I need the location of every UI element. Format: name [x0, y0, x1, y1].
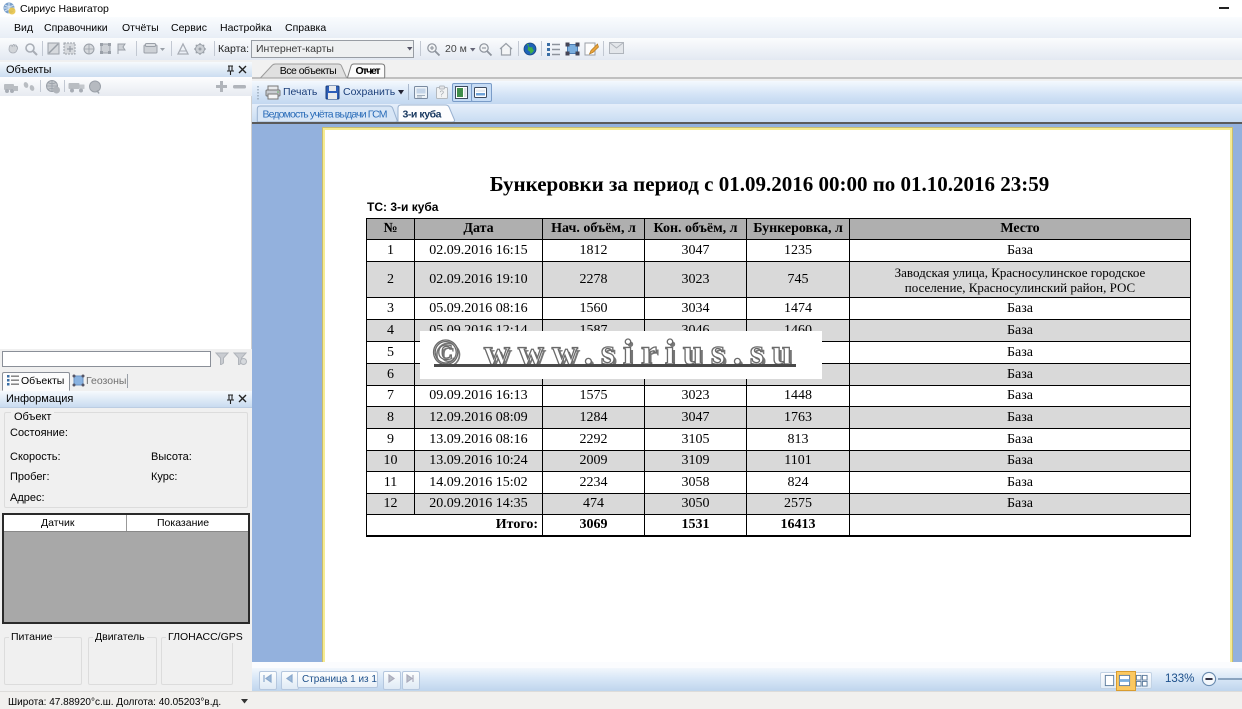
svg-text:?: ? — [440, 90, 445, 99]
svg-text:Ведомость учёта выдачи ГСМ: Ведомость учёта выдачи ГСМ — [263, 109, 388, 121]
svg-text:3-и куба: 3-и куба — [403, 109, 442, 121]
svg-text:Отчет: Отчет — [356, 65, 381, 77]
svg-text:Все объекты: Все объекты — [280, 65, 337, 77]
